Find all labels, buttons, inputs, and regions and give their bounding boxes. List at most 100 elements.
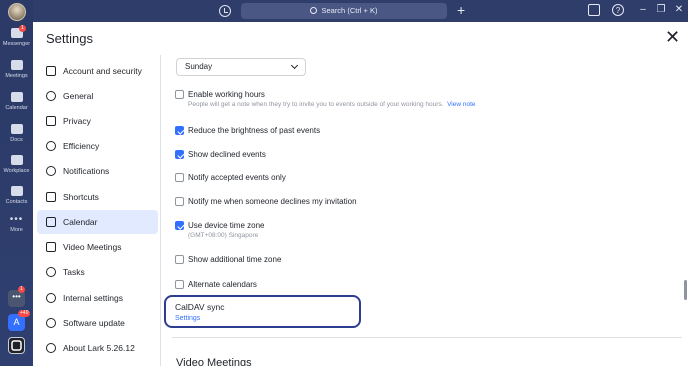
section-heading: Video Meetings xyxy=(176,357,252,366)
checkbox[interactable] xyxy=(175,280,184,289)
rail-calendar[interactable]: Calendar xyxy=(0,92,33,111)
help-icon[interactable]: ? xyxy=(612,4,624,16)
workplace-icon xyxy=(10,155,23,165)
nav-software-update[interactable]: Software update xyxy=(37,311,158,335)
rail-label: Messenger xyxy=(2,41,31,47)
lark-icon xyxy=(11,340,22,351)
app-badge: 1 xyxy=(18,286,25,293)
rail-docs[interactable]: Docs xyxy=(0,124,33,143)
nav-internal-settings[interactable]: Internal settings xyxy=(37,286,158,310)
checkbox[interactable] xyxy=(175,221,184,230)
checkbox[interactable] xyxy=(175,126,184,135)
rail-app-shortcut[interactable]: ••• 1 xyxy=(8,286,25,307)
info-icon xyxy=(46,343,56,353)
update-icon xyxy=(46,318,56,328)
rail-label: Docs xyxy=(10,137,23,143)
option-label: Notify accepted events only xyxy=(188,173,286,182)
week-start-value: Sunday xyxy=(185,62,213,71)
option-label: Show declined events xyxy=(188,150,266,159)
nav-label: Notifications xyxy=(63,166,110,176)
nav-video-meetings[interactable]: Video Meetings xyxy=(37,235,158,259)
caldav-title: CalDAV sync xyxy=(175,302,225,312)
app-badge: +40 xyxy=(18,310,31,317)
settings-header: Settings ✕ xyxy=(33,22,688,55)
option-label: Notify me when someone declines my invit… xyxy=(188,197,357,206)
rail-label: Workplace xyxy=(3,168,30,174)
rail-label: Meetings xyxy=(5,73,28,79)
rail-more[interactable]: ••• More xyxy=(0,214,33,234)
nav-label: Tasks xyxy=(63,267,85,277)
search-icon xyxy=(310,7,318,14)
option-hint: People will get a note when they try to … xyxy=(188,101,444,108)
minimize-icon[interactable]: – xyxy=(637,4,649,16)
search-input[interactable]: Search (Ctrl + K) xyxy=(241,3,447,19)
rail-workplace[interactable]: Workplace xyxy=(0,155,33,174)
restore-icon[interactable]: ❐ xyxy=(655,4,667,16)
nav-privacy[interactable]: Privacy xyxy=(37,109,158,133)
caldav-settings-link[interactable]: Settings xyxy=(175,315,200,322)
more-icon: ••• xyxy=(9,214,24,225)
checkbox[interactable] xyxy=(175,173,184,182)
checkbox[interactable] xyxy=(175,255,184,264)
video-icon xyxy=(10,60,23,70)
app-rail: 1 Messenger Meetings Calendar Docs Workp… xyxy=(0,0,33,366)
messenger-badge: 1 xyxy=(19,25,26,32)
nav-label: About Lark 5.26.12 xyxy=(63,343,135,353)
calendar-settings: Sunday Enable working hours People will … xyxy=(162,55,688,366)
rail-label: More xyxy=(10,227,23,233)
rail-contacts[interactable]: Contacts xyxy=(0,186,33,205)
option-label: Reduce the brightness of past events xyxy=(188,126,321,135)
close-icon[interactable]: ✕ xyxy=(665,26,680,48)
rail-messenger[interactable]: 1 Messenger xyxy=(0,25,33,47)
nav-efficiency[interactable]: Efficiency xyxy=(37,134,158,158)
rail-app-translate[interactable]: A +40 xyxy=(8,310,31,331)
option-label: Alternate calendars xyxy=(188,280,257,289)
nav-label: Efficiency xyxy=(63,141,100,151)
view-note-link[interactable]: View note xyxy=(447,101,475,108)
option-description: People will get a note when they try to … xyxy=(188,101,476,108)
user-icon xyxy=(46,66,56,76)
history-icon[interactable] xyxy=(219,5,231,17)
nav-general[interactable]: General xyxy=(37,84,158,108)
nav-label: Video Meetings xyxy=(63,242,122,252)
checkbox[interactable] xyxy=(175,90,184,99)
gear-icon xyxy=(46,91,56,101)
rail-label: Calendar xyxy=(5,105,28,111)
nav-notifications[interactable]: Notifications xyxy=(37,159,158,183)
option-label: Show additional time zone xyxy=(188,255,282,264)
checkbox[interactable] xyxy=(175,150,184,159)
rail-meetings[interactable]: Meetings xyxy=(0,60,33,79)
nav-about[interactable]: About Lark 5.26.12 xyxy=(37,336,158,360)
keyboard-icon xyxy=(46,192,56,202)
calendar-icon xyxy=(10,92,23,102)
video-icon xyxy=(46,242,56,252)
option-label: Use device time zone xyxy=(188,221,265,230)
rail-app-lark[interactable] xyxy=(8,337,25,354)
nav-label: Internal settings xyxy=(63,293,124,303)
contacts-icon xyxy=(10,186,23,196)
settings-nav: Account and security General Privacy Eff… xyxy=(33,55,161,366)
app-letter: A xyxy=(13,317,20,327)
nav-shortcuts[interactable]: Shortcuts xyxy=(37,185,158,209)
rail-label: Contacts xyxy=(5,199,28,205)
week-start-select[interactable]: Sunday xyxy=(176,58,306,76)
chevron-down-icon xyxy=(290,61,299,70)
add-button[interactable]: + xyxy=(457,2,465,18)
calendar-sync-icon[interactable] xyxy=(588,4,600,16)
shield-icon xyxy=(46,116,56,126)
bell-icon xyxy=(46,166,56,176)
calendar-icon xyxy=(46,217,56,227)
caldav-sync-card: CalDAV sync Settings xyxy=(164,295,361,328)
scrollbar-thumb[interactable] xyxy=(684,280,687,300)
settings-panel: Settings ✕ Account and security General … xyxy=(33,22,688,366)
nav-tasks[interactable]: Tasks xyxy=(37,260,158,284)
nav-label: Calendar xyxy=(63,217,98,227)
nav-calendar[interactable]: Calendar xyxy=(37,210,158,234)
checkbox[interactable] xyxy=(175,197,184,206)
title-bar: Search (Ctrl + K) + ? – ❐ ✕ xyxy=(33,0,688,22)
nav-account-security[interactable]: Account and security xyxy=(37,59,158,83)
user-avatar[interactable] xyxy=(8,3,26,21)
nav-label: Account and security xyxy=(63,66,142,76)
window-close-icon[interactable]: ✕ xyxy=(673,4,685,16)
nav-label: Privacy xyxy=(63,116,91,126)
